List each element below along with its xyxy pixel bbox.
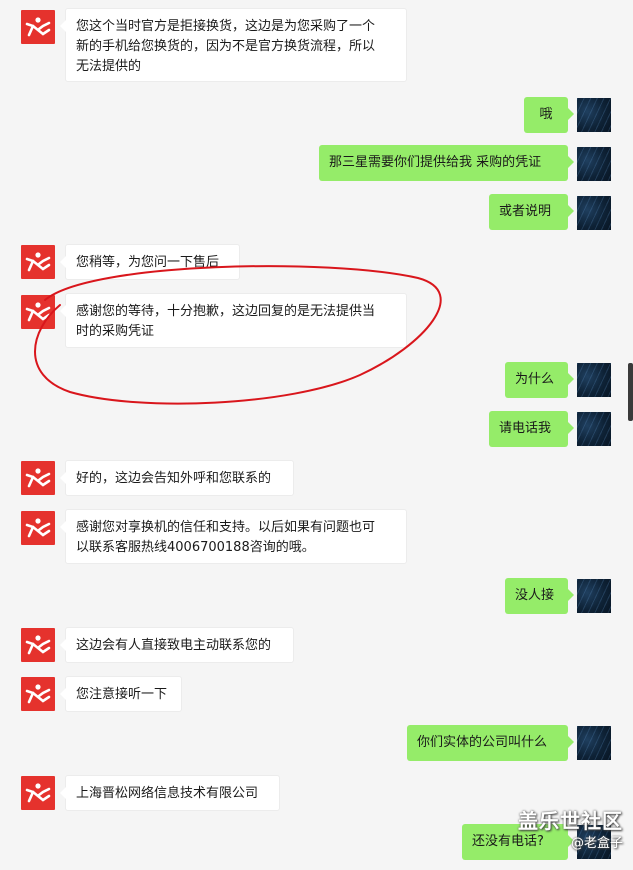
xianghuanji-logo-icon [25, 468, 51, 488]
xianghuanji-logo-icon [25, 17, 51, 37]
merchant-avatar[interactable] [21, 461, 55, 495]
chat-window: 您这个当时官方是拒接换货，这边是为您采购了一个 新的手机给您换货的，因为不是官方… [0, 0, 633, 870]
message-bubble: 还没有电话? [462, 824, 574, 860]
merchant-avatar[interactable] [21, 776, 55, 810]
user-avatar[interactable] [577, 98, 611, 132]
message-bubble: 您注意接听一下 [60, 676, 182, 712]
merchant-avatar[interactable] [21, 245, 55, 279]
xianghuanji-logo-icon [25, 518, 51, 538]
message-bubble: 感谢您的等待，十分抱歉，这边回复的是无法提供当 时的采购凭证 [60, 293, 407, 348]
xianghuanji-logo-icon [25, 302, 51, 322]
xianghuanji-logo-icon [25, 783, 51, 803]
merchant-avatar[interactable] [21, 677, 55, 711]
message-bubble: 这边会有人直接致电主动联系您的 [60, 627, 294, 663]
user-avatar[interactable] [577, 825, 611, 859]
message-bubble: 上海晋松网络信息技术有限公司 [60, 775, 280, 811]
merchant-avatar[interactable] [21, 628, 55, 662]
user-avatar[interactable] [577, 363, 611, 397]
xianghuanji-logo-icon [25, 252, 51, 272]
message-bubble: 那三星需要你们提供给我 采购的凭证 [319, 145, 574, 181]
message-bubble: 您这个当时官方是拒接换货，这边是为您采购了一个 新的手机给您换货的，因为不是官方… [60, 8, 407, 82]
merchant-avatar[interactable] [21, 295, 55, 329]
message-bubble: 您稍等，为您问一下售后 [60, 244, 240, 280]
message-bubble: 或者说明 [489, 194, 574, 230]
merchant-avatar[interactable] [21, 10, 55, 44]
message-bubble: 没人接 [505, 578, 574, 614]
message-bubble: 好的，这边会告知外呼和您联系的 [60, 460, 294, 496]
message-bubble: 你们实体的公司叫什么 [407, 725, 574, 761]
xianghuanji-logo-icon [25, 684, 51, 704]
merchant-avatar[interactable] [21, 511, 55, 545]
message-bubble: 哦 [524, 97, 574, 133]
user-avatar[interactable] [577, 412, 611, 446]
user-avatar[interactable] [577, 147, 611, 181]
user-avatar[interactable] [577, 579, 611, 613]
user-avatar[interactable] [577, 726, 611, 760]
message-bubble: 感谢您对享换机的信任和支持。以后如果有问题也可 以联系客服热线400670018… [60, 509, 407, 564]
scrollbar-thumb[interactable] [628, 363, 633, 421]
xianghuanji-logo-icon [25, 635, 51, 655]
user-avatar[interactable] [577, 196, 611, 230]
message-bubble: 请电话我 [489, 411, 574, 447]
message-bubble: 为什么 [505, 362, 574, 398]
